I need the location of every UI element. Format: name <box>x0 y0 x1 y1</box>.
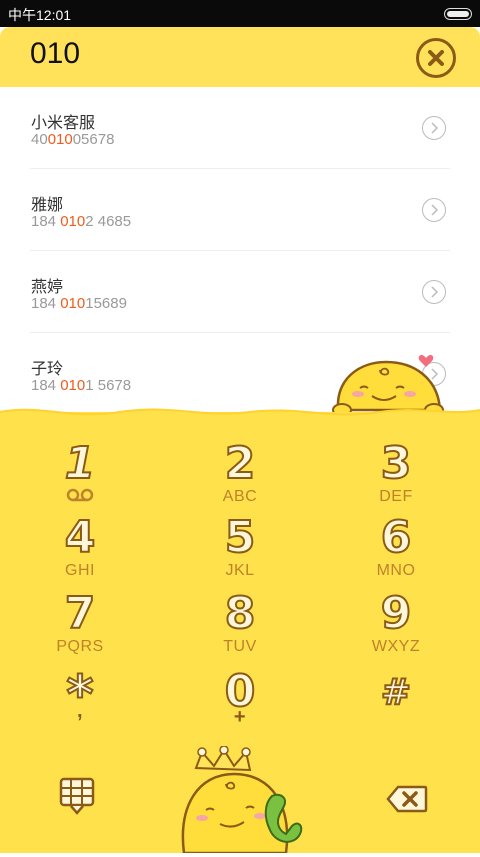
dial-input-bar: 010 <box>0 27 480 87</box>
key-7[interactable]: 7 PQRS <box>20 588 140 656</box>
key-letters: , <box>76 700 84 722</box>
key-8[interactable]: 8 TUV <box>180 588 300 656</box>
contact-name: 燕婷 <box>31 277 64 296</box>
key-6[interactable]: 6 MNO <box>336 512 456 580</box>
digit-glyph: # <box>380 671 412 714</box>
svg-text:5: 5 <box>225 512 256 560</box>
status-time: 中午12:01 <box>8 7 72 23</box>
digit-glyph: 5 <box>224 512 257 560</box>
key-3[interactable]: 3 DEF <box>336 438 456 506</box>
battery-icon <box>444 8 472 20</box>
chevron-right-icon[interactable] <box>422 116 446 140</box>
svg-text:8: 8 <box>225 588 256 636</box>
svg-text:#: # <box>381 672 411 713</box>
keypad-grid-icon <box>59 777 95 815</box>
key-letters: ABC <box>222 488 258 505</box>
digit-glyph: 9 <box>380 588 413 636</box>
call-mascot <box>181 745 303 855</box>
key-letters: DEF <box>379 488 413 505</box>
key-star[interactable]: * , <box>20 666 140 723</box>
digit-glyph: 7 <box>64 588 97 636</box>
chevron-right-icon[interactable] <box>422 280 446 304</box>
digit-glyph: 4 <box>64 512 97 560</box>
digit-glyph: 3 <box>380 438 413 486</box>
digit-glyph: 1 <box>64 438 97 486</box>
contact-name: 子玲 <box>31 359 64 378</box>
svg-text:3: 3 <box>381 438 412 486</box>
status-bar: 中午12:01 <box>0 0 480 27</box>
wave-decoration <box>0 408 480 434</box>
dial-pad: 1 2 ABC 3 DEF 4 GHI 5 JKL 6 MNO 7 PQRS 8… <box>0 408 480 855</box>
key-letters: PQRS <box>56 638 104 655</box>
svg-text:1: 1 <box>65 438 96 486</box>
key-0[interactable]: 0 + <box>180 666 300 729</box>
key-letters: WXYZ <box>371 638 421 655</box>
voicemail-icon <box>66 488 94 502</box>
key-letters: JKL <box>225 562 255 579</box>
key-hash[interactable]: # <box>336 666 456 714</box>
digit-glyph: 2 <box>224 438 257 486</box>
contact-row[interactable]: 小米客服 4001005678 <box>0 87 480 169</box>
svg-text:7: 7 <box>65 588 96 636</box>
key-letters: + <box>233 706 247 728</box>
contact-phone: 184 01015689 <box>31 295 127 312</box>
backspace-button[interactable] <box>386 784 428 818</box>
key-4[interactable]: 4 GHI <box>20 512 140 580</box>
svg-text:6: 6 <box>381 512 412 560</box>
key-9[interactable]: 9 WXYZ <box>336 588 456 656</box>
backspace-icon <box>386 785 428 813</box>
dialed-number[interactable]: 010 <box>30 37 80 71</box>
contact-row[interactable]: 雅娜 184 0102 4685 <box>0 169 480 251</box>
svg-text:9: 9 <box>381 588 412 636</box>
keypad-toggle-button[interactable] <box>58 776 96 820</box>
contact-row[interactable]: 燕婷 184 01015689 <box>0 251 480 333</box>
key-letters: MNO <box>376 562 416 579</box>
key-2[interactable]: 2 ABC <box>180 438 300 506</box>
key-letters: GHI <box>65 562 95 579</box>
digit-glyph: 8 <box>224 588 257 636</box>
contact-phone: 4001005678 <box>31 131 115 148</box>
contact-name: 小米客服 <box>31 113 96 132</box>
key-5[interactable]: 5 JKL <box>180 512 300 580</box>
chevron-right-icon[interactable] <box>422 198 446 222</box>
contact-name: 雅娜 <box>31 195 64 214</box>
close-icon[interactable] <box>416 38 456 78</box>
contact-phone: 184 0101 5678 <box>31 377 132 394</box>
digit-glyph: 6 <box>380 512 413 560</box>
call-button[interactable] <box>176 745 306 857</box>
svg-text:2: 2 <box>225 438 256 486</box>
contact-phone: 184 0102 4685 <box>31 213 132 230</box>
key-letters: TUV <box>223 638 257 655</box>
svg-text:4: 4 <box>65 512 96 560</box>
key-1[interactable]: 1 <box>20 438 140 504</box>
